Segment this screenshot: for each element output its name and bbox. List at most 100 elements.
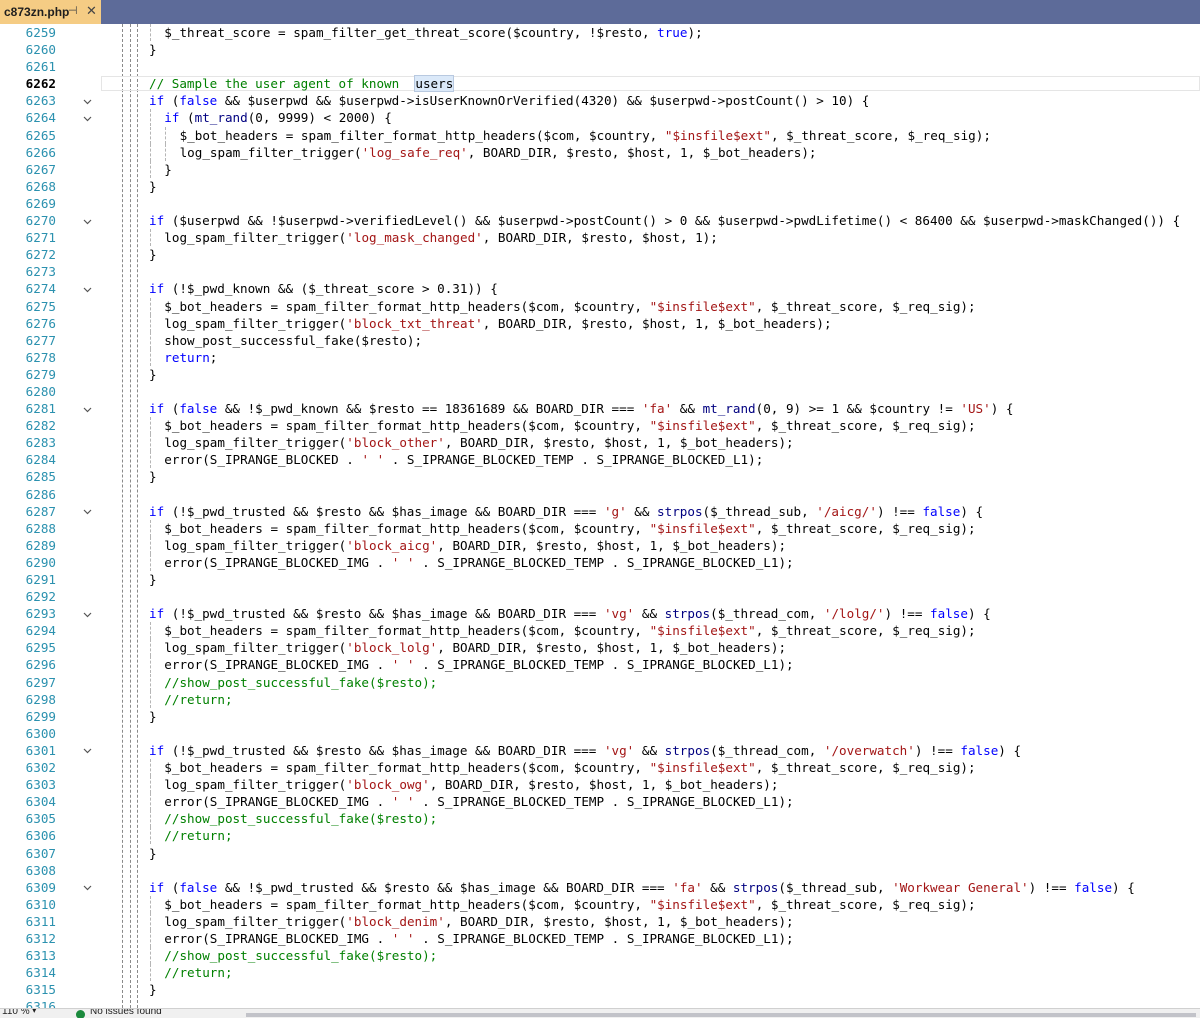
code-line[interactable]: 6271 log_spam_filter_trigger('log_mask_ch… <box>0 229 1200 247</box>
code-line[interactable]: 6303 log_spam_filter_trigger('block_owg',… <box>0 776 1200 794</box>
code-line[interactable]: 6260} <box>0 41 1200 58</box>
code-line[interactable]: 6314 //return; <box>0 964 1200 982</box>
code-line[interactable]: 6259 $_threat_score = spam_filter_get_thr… <box>0 24 1200 41</box>
code-text[interactable]: //show_post_successful_fake($resto); <box>164 947 437 964</box>
code-line[interactable]: 6299} <box>0 708 1200 725</box>
code-line[interactable]: 6276 log_spam_filter_trigger('block_txt_t… <box>0 314 1200 332</box>
code-line[interactable]: 6275 $_bot_headers = spam_filter_format_h… <box>0 297 1200 315</box>
code-line[interactable]: 6290 error(S_IPRANGE_BLOCKED_IMG . ' ' . … <box>0 553 1200 571</box>
fold-chevron-icon[interactable] <box>83 109 93 126</box>
code-line[interactable]: 6300 <box>0 725 1200 742</box>
code-text[interactable]: log_spam_filter_trigger('log_safe_req', … <box>180 144 817 161</box>
code-text[interactable]: if (!$_pwd_known && ($_threat_score > 0.… <box>149 280 498 297</box>
code-text[interactable]: if (!$_pwd_trusted && $resto && $has_ima… <box>149 742 1021 759</box>
code-line[interactable]: 6312 error(S_IPRANGE_BLOCKED_IMG . ' ' . … <box>0 929 1200 947</box>
code-text[interactable]: if (false && $userpwd && $userpwd->isUse… <box>149 92 869 109</box>
fold-chevron-icon[interactable] <box>83 280 93 297</box>
fold-chevron-icon[interactable] <box>83 605 93 622</box>
code-text[interactable]: } <box>149 41 157 58</box>
fold-chevron-icon[interactable] <box>83 879 93 896</box>
code-line[interactable]: 6288 $_bot_headers = spam_filter_format_h… <box>0 519 1200 537</box>
code-line[interactable]: 6267} <box>0 160 1200 178</box>
code-text[interactable]: if (!$_pwd_trusted && $resto && $has_ima… <box>149 605 991 622</box>
code-text[interactable]: $_bot_headers = spam_filter_format_http_… <box>164 417 975 434</box>
code-line[interactable]: 6283 log_spam_filter_trigger('block_other… <box>0 434 1200 452</box>
code-text[interactable]: if (mt_rand(0, 9999) < 2000) { <box>164 109 391 126</box>
code-text[interactable]: log_spam_filter_trigger('block_denim', B… <box>164 913 793 930</box>
code-text[interactable]: if (!$_pwd_trusted && $resto && $has_ima… <box>149 503 983 520</box>
code-text[interactable]: } <box>149 981 157 998</box>
code-line[interactable]: 6307} <box>0 845 1200 862</box>
code-line[interactable]: 6308 <box>0 862 1200 879</box>
chevron-down-icon[interactable]: ▾ <box>32 1009 37 1016</box>
fold-chevron-icon[interactable] <box>83 503 93 520</box>
code-line[interactable]: 6281 if (false && !$_pwd_known && $resto … <box>0 400 1200 417</box>
code-line[interactable]: 6304 error(S_IPRANGE_BLOCKED_IMG . ' ' . … <box>0 793 1200 811</box>
code-line[interactable]: 6277 show_post_successful_fake($resto); <box>0 331 1200 349</box>
code-line[interactable]: 6285} <box>0 468 1200 485</box>
code-line[interactable]: 6305 //show_post_successful_fake($resto); <box>0 810 1200 828</box>
code-text[interactable]: if (false && !$_pwd_known && $resto == 1… <box>149 400 1013 417</box>
fold-chevron-icon[interactable] <box>83 212 93 229</box>
code-line[interactable]: 6294 $_bot_headers = spam_filter_format_h… <box>0 622 1200 640</box>
code-line[interactable]: 6316 <box>0 998 1200 1008</box>
code-text[interactable]: } <box>149 468 157 485</box>
code-text[interactable]: //show_post_successful_fake($resto); <box>164 810 437 827</box>
code-text[interactable]: //return; <box>164 827 232 844</box>
code-line[interactable]: 6286 <box>0 486 1200 503</box>
code-text[interactable]: error(S_IPRANGE_BLOCKED . ' ' . S_IPRANG… <box>164 451 763 468</box>
code-line[interactable]: 6270 if ($userpwd && !$userpwd->verifiedL… <box>0 212 1200 229</box>
code-text[interactable]: } <box>149 246 157 263</box>
code-text[interactable]: log_spam_filter_trigger('block_lolg', BO… <box>164 639 786 656</box>
code-line[interactable]: 6272} <box>0 246 1200 263</box>
code-line[interactable]: 6297 //show_post_successful_fake($resto); <box>0 673 1200 691</box>
code-line[interactable]: 6291} <box>0 571 1200 588</box>
code-text[interactable]: log_spam_filter_trigger('block_txt_threa… <box>164 315 831 332</box>
code-text[interactable]: log_spam_filter_trigger('block_owg', BOA… <box>164 776 778 793</box>
code-editor[interactable]: 6259 $_threat_score = spam_filter_get_thr… <box>0 24 1200 1008</box>
tab-filename[interactable]: c873zn.php <box>4 5 69 19</box>
code-line[interactable]: 6313 //show_post_successful_fake($resto); <box>0 947 1200 965</box>
code-line[interactable]: 6263 if (false && $userpwd && $userpwd->i… <box>0 92 1200 109</box>
code-line[interactable]: 6315} <box>0 981 1200 998</box>
code-line[interactable]: 6296 error(S_IPRANGE_BLOCKED_IMG . ' ' . … <box>0 656 1200 674</box>
code-line[interactable]: 6274 if (!$_pwd_known && ($_threat_score … <box>0 280 1200 297</box>
code-text[interactable]: $_bot_headers = spam_filter_format_http_… <box>180 127 991 144</box>
code-line[interactable]: 6292 <box>0 588 1200 605</box>
code-line[interactable]: 6265 $_bot_headers = spam_filter_format_h… <box>0 126 1200 144</box>
code-line[interactable]: 6273 <box>0 263 1200 280</box>
code-text[interactable]: error(S_IPRANGE_BLOCKED_IMG . ' ' . S_IP… <box>164 656 793 673</box>
code-line[interactable]: 6284 error(S_IPRANGE_BLOCKED . ' ' . S_IP… <box>0 451 1200 469</box>
code-text[interactable]: } <box>164 161 172 178</box>
code-line[interactable]: 6264 if (mt_rand(0, 9999) < 2000) { <box>0 109 1200 127</box>
code-line[interactable]: 6282 $_bot_headers = spam_filter_format_h… <box>0 417 1200 435</box>
fold-chevron-icon[interactable] <box>83 400 93 417</box>
code-text[interactable]: //return; <box>164 691 232 708</box>
code-text[interactable]: } <box>149 708 157 725</box>
code-line[interactable]: 6310 $_bot_headers = spam_filter_format_h… <box>0 895 1200 913</box>
code-line[interactable]: 6295 log_spam_filter_trigger('block_lolg'… <box>0 639 1200 657</box>
code-line[interactable]: 6293 if (!$_pwd_trusted && $resto && $has… <box>0 605 1200 622</box>
code-text[interactable]: $_threat_score = spam_filter_get_threat_… <box>164 24 702 41</box>
code-line[interactable]: 6298 //return; <box>0 690 1200 708</box>
code-line[interactable]: 6309 if (false && !$_pwd_trusted && $rest… <box>0 879 1200 896</box>
tab-c873zn-php[interactable]: c873zn.php ⊣ ✕ <box>0 0 101 24</box>
code-text[interactable]: if (false && !$_pwd_trusted && $resto &&… <box>149 879 1135 896</box>
code-text[interactable]: $_bot_headers = spam_filter_format_http_… <box>164 622 975 639</box>
code-line[interactable]: 6302 $_bot_headers = spam_filter_format_h… <box>0 759 1200 777</box>
horizontal-scrollbar[interactable] <box>246 1013 1196 1017</box>
code-line[interactable]: 6279} <box>0 366 1200 383</box>
code-text[interactable]: return; <box>164 349 217 366</box>
fold-chevron-icon[interactable] <box>83 92 93 109</box>
code-line[interactable]: 6268} <box>0 178 1200 195</box>
zoom-level[interactable]: 110 % <box>2 1009 30 1017</box>
code-text[interactable]: $_bot_headers = spam_filter_format_http_… <box>164 896 975 913</box>
code-text[interactable]: $_bot_headers = spam_filter_format_http_… <box>164 520 975 537</box>
code-text[interactable]: error(S_IPRANGE_BLOCKED_IMG . ' ' . S_IP… <box>164 793 793 810</box>
code-text[interactable]: // Sample the user agent of known users <box>149 75 455 93</box>
code-line[interactable]: 6289 log_spam_filter_trigger('block_aicg'… <box>0 536 1200 554</box>
code-text[interactable]: if ($userpwd && !$userpwd->verifiedLevel… <box>149 212 1180 229</box>
code-text[interactable]: log_spam_filter_trigger('log_mask_change… <box>164 229 718 246</box>
code-line[interactable]: 6278 return; <box>0 348 1200 366</box>
code-line[interactable]: 6311 log_spam_filter_trigger('block_denim… <box>0 912 1200 930</box>
